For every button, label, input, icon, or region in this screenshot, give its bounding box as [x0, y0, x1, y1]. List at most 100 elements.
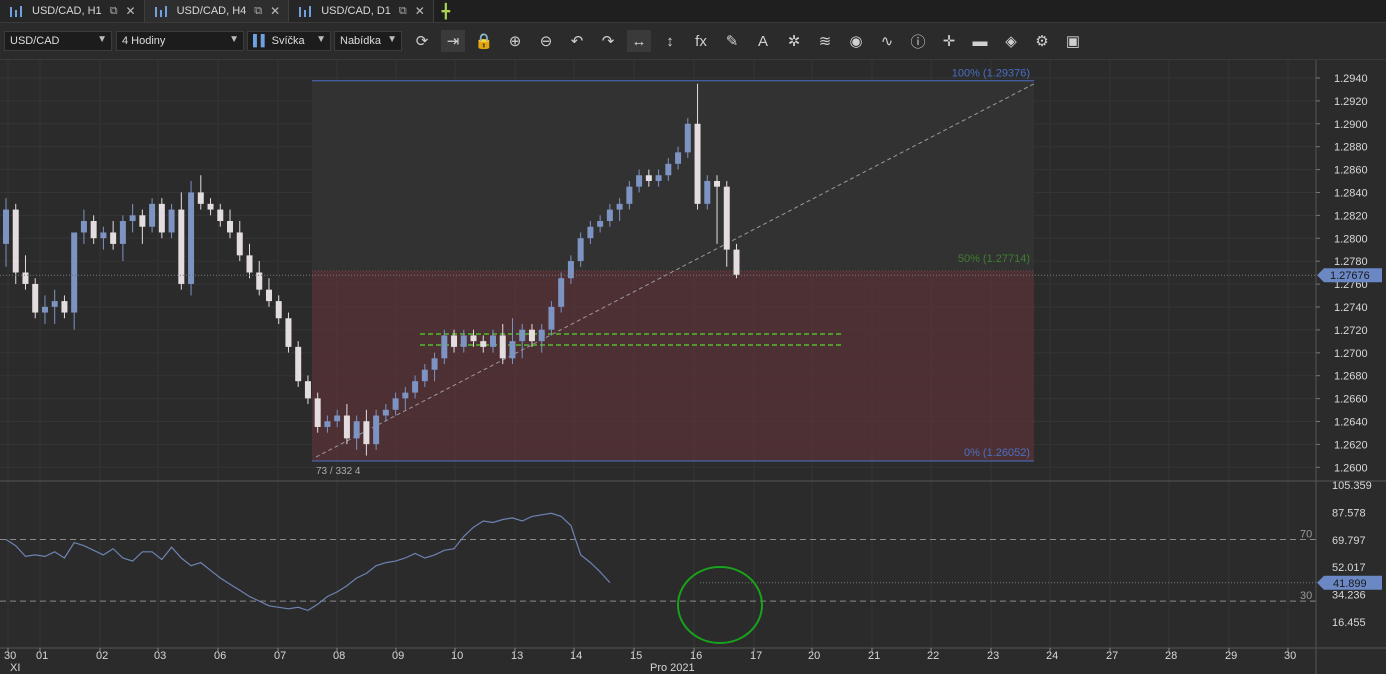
price-label: 1.2720 — [1334, 325, 1368, 337]
price-label: 1.2880 — [1334, 142, 1368, 154]
candle-body — [714, 180, 721, 187]
symbol-select[interactable]: USD/CAD ▼ — [4, 31, 112, 51]
candles-icon — [153, 5, 169, 17]
rsi-axis-label: 69.797 — [1332, 535, 1366, 547]
time-label: 30 — [1284, 650, 1296, 662]
close-icon[interactable]: ✕ — [270, 4, 280, 18]
refresh-icon[interactable]: ⟳ — [410, 30, 434, 52]
time-label: 13 — [511, 650, 523, 662]
popout-icon[interactable]: ⧉ — [254, 5, 262, 18]
add-chart-icon[interactable]: ╋ — [434, 0, 458, 22]
info-icon[interactable]: ⓘ — [906, 30, 930, 52]
tab-label: USD/CAD, H4 — [176, 5, 247, 17]
price-label: 1.2640 — [1334, 417, 1368, 429]
fib-counter-label: 73 / 332 4 — [316, 466, 361, 477]
timeframe-select[interactable]: 4 Hodiny ▼ — [116, 31, 244, 51]
candle-body — [324, 421, 331, 427]
candle-body — [441, 335, 448, 359]
candle-body — [431, 358, 438, 370]
candle-body — [51, 301, 58, 307]
price-label: 1.2660 — [1334, 394, 1368, 406]
candle-body — [606, 209, 613, 222]
time-label: 14 — [570, 650, 582, 662]
chart-type-select[interactable]: ▌▌ Svíčka ▼ — [247, 31, 331, 51]
current-price-label: 1.27676 — [1330, 270, 1370, 282]
price-label: 1.2620 — [1334, 439, 1368, 451]
chart-svg[interactable]: 100% (1.29376) 0% (1.26052) 50% (1.27714) 7… — [0, 60, 1386, 674]
popout-icon[interactable]: ⧉ — [399, 5, 407, 18]
candle-body — [90, 221, 97, 239]
candle-body — [71, 232, 78, 313]
candle-body — [217, 209, 224, 222]
candle-body — [207, 203, 214, 210]
tab-usdcad-h4[interactable]: USD/CAD, H4 ⧉ ✕ — [144, 0, 290, 22]
time-label: 21 — [868, 650, 880, 662]
time-label: 10 — [451, 650, 463, 662]
candle-body — [675, 152, 682, 164]
candle-body — [558, 278, 565, 307]
time-label: 02 — [96, 650, 108, 662]
tab-usdcad-d1[interactable]: USD/CAD, D1 ⧉ ✕ — [289, 0, 434, 22]
rsi-70-label: 70 — [1300, 528, 1312, 540]
fib-50-label: 50% (1.27714) — [958, 253, 1030, 265]
chart-area[interactable]: 100% (1.29376) 0% (1.26052) 50% (1.27714) 7… — [0, 60, 1386, 674]
candle-body — [382, 409, 389, 416]
time-label: 08 — [333, 650, 345, 662]
auto-scroll-icon[interactable]: ⇥ — [441, 30, 465, 52]
fill-icon[interactable]: ◈ — [999, 30, 1023, 52]
zoom-in-icon[interactable]: ⊕ — [503, 30, 527, 52]
price-side-value: Nabídka — [340, 35, 381, 47]
lock-icon[interactable]: 🔒 — [472, 30, 496, 52]
fib-100-label: 100% (1.29376) — [952, 68, 1030, 80]
zoom-out-icon[interactable]: ⊖ — [534, 30, 558, 52]
candle-body — [334, 415, 341, 422]
candle-body — [577, 238, 584, 262]
candle-body — [12, 209, 19, 273]
vertical-line-icon[interactable]: ↕ — [658, 30, 682, 52]
candle-body — [139, 215, 146, 227]
candle-body — [684, 123, 691, 153]
indicators-fx-icon[interactable]: fx — [689, 30, 713, 52]
candle-body — [694, 123, 701, 204]
candle-body — [704, 180, 711, 204]
alerts-icon[interactable]: ∿ — [875, 30, 899, 52]
candle-body — [412, 381, 419, 393]
time-label: 07 — [274, 650, 286, 662]
pattern-icon[interactable]: ✲ — [782, 30, 806, 52]
month-label-center: Pro 2021 — [650, 662, 695, 674]
price-label: 1.2780 — [1334, 256, 1368, 268]
price-label: 1.2820 — [1334, 210, 1368, 222]
redo-icon[interactable]: ↷ — [596, 30, 620, 52]
chart-type-value: Svíčka — [271, 35, 305, 47]
pencil-icon[interactable]: ✎ — [720, 30, 744, 52]
text-icon[interactable]: A — [751, 30, 775, 52]
candle-body — [636, 175, 643, 187]
candle-body — [314, 398, 321, 427]
undo-icon[interactable]: ↶ — [565, 30, 589, 52]
chevron-down-icon: ▼ — [97, 34, 107, 45]
candle-body — [480, 341, 487, 347]
time-label: 16 — [690, 650, 702, 662]
price-label: 1.2840 — [1334, 188, 1368, 200]
candle-body — [158, 203, 165, 233]
fibonacci-retracement[interactable]: 100% (1.29376) 0% (1.26052) 50% (1.27714) 7… — [312, 68, 1037, 477]
price-label: 1.2800 — [1334, 233, 1368, 245]
month-label-left: XI — [10, 662, 20, 674]
popout-icon[interactable]: ⧉ — [110, 5, 118, 18]
rsi-axis-label: 87.578 — [1332, 507, 1366, 519]
candle-body — [285, 318, 292, 347]
price-side-select[interactable]: Nabídka ▼ — [334, 31, 402, 51]
time-label: 24 — [1046, 650, 1058, 662]
settings-icon[interactable]: ⚙ — [1030, 30, 1054, 52]
candle-body — [343, 415, 350, 439]
horizontal-line-icon[interactable]: ↔ — [627, 30, 651, 52]
crosshair-icon[interactable]: ✛ — [937, 30, 961, 52]
time-label: 09 — [392, 650, 404, 662]
layers-icon[interactable]: ≋ — [813, 30, 837, 52]
close-icon[interactable]: ✕ — [415, 4, 425, 18]
ruler-icon[interactable]: ▬ — [968, 30, 992, 52]
save-icon[interactable]: ▣ — [1061, 30, 1085, 52]
tab-usdcad-h1[interactable]: USD/CAD, H1 ⧉ ✕ — [0, 0, 145, 22]
close-icon[interactable]: ✕ — [126, 4, 136, 18]
eye-icon[interactable]: ◉ — [844, 30, 868, 52]
